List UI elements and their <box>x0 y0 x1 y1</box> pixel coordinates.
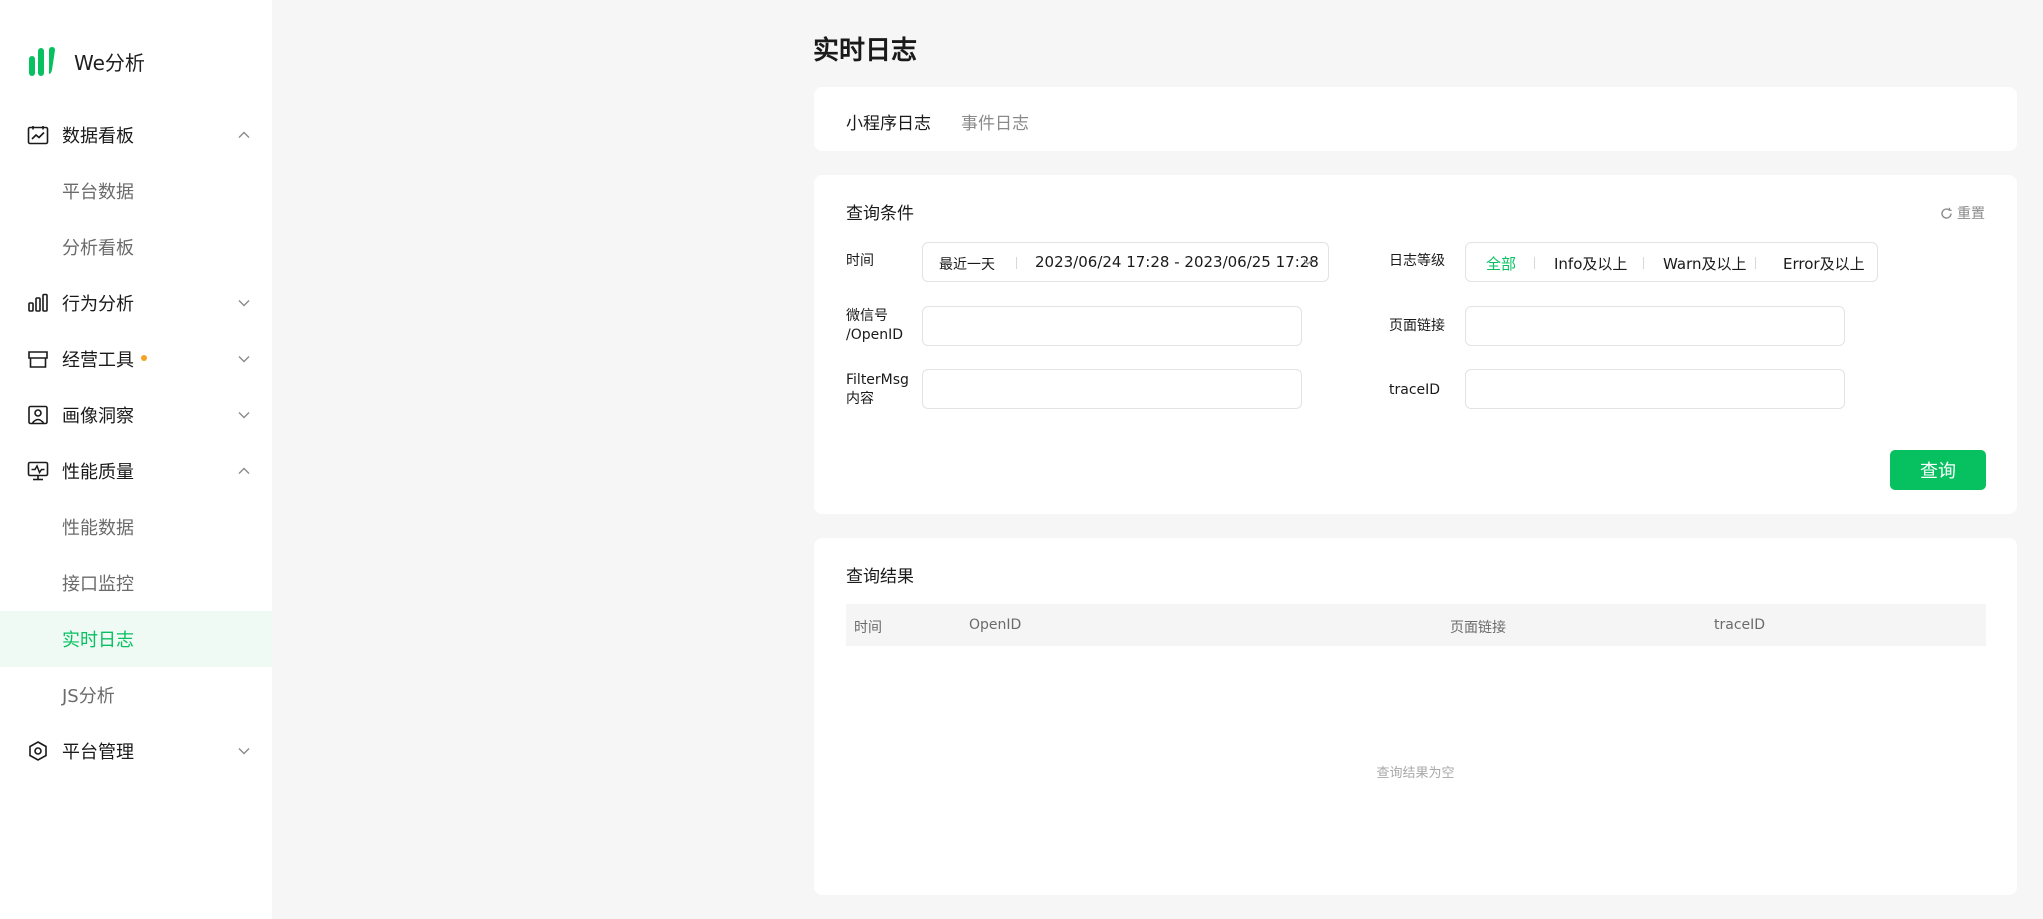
app-name: We分析 <box>74 50 145 75</box>
sidebar-item-js-analysis[interactable]: JS分析 <box>0 667 272 723</box>
column-header-page-link: 页面链接 <box>1450 620 1506 636</box>
tab-miniprogram-log[interactable]: 小程序日志 <box>846 109 931 134</box>
nav-group-label: 经营工具 <box>62 346 147 372</box>
time-range-value: 2023/06/24 17:28 - 2023/06/25 17:28 <box>1035 253 1319 271</box>
nav-group-label: 画像洞察 <box>62 406 134 427</box>
level-option-info[interactable]: Info及以上 <box>1554 253 1627 274</box>
filtermsg-label-line1: FilterMsg <box>846 372 909 388</box>
traceid-input[interactable] <box>1466 370 1844 408</box>
results-table-header: 时间 OpenID 页面链接 traceID <box>846 604 1986 646</box>
reset-label: 重置 <box>1957 206 1985 222</box>
filtermsg-field-wrapper <box>922 369 1302 409</box>
chevron-up-icon <box>238 131 250 138</box>
portrait-icon <box>28 405 48 425</box>
query-results-card: 查询结果 时间 OpenID 页面链接 traceID 查询结果为空 <box>814 538 2017 895</box>
column-header-traceid: traceID <box>1714 617 1766 633</box>
sidebar-item-analysis-board[interactable]: 分析看板 <box>0 219 272 275</box>
level-option-error[interactable]: Error及以上 <box>1783 253 1865 274</box>
refresh-icon <box>1941 207 1952 219</box>
log-level-selector: 全部 Info及以上 Warn及以上 Error及以上 <box>1465 242 1878 282</box>
chevron-down-icon <box>1303 259 1313 265</box>
dashboard-icon <box>27 126 49 145</box>
page-link-field-wrapper <box>1465 306 1845 346</box>
sidebar-item-api-monitor[interactable]: 接口监控 <box>0 555 272 611</box>
sidebar-item-performance-data[interactable]: 性能数据 <box>0 499 272 555</box>
sidebar: We分析 数据看板 平台数据 分析看板 行为分析 经营工具 画像洞察 性能质量 … <box>0 0 272 919</box>
sidebar-item-label: JS分析 <box>62 686 115 707</box>
nav-group-data-dashboard[interactable]: 数据看板 <box>0 107 272 163</box>
wechat-openid-field-wrapper <box>922 306 1302 346</box>
wechat-openid-input[interactable] <box>923 307 1301 345</box>
query-conditions-title: 查询条件 <box>846 204 914 224</box>
bar-chart-icon <box>28 293 48 312</box>
chevron-up-icon <box>238 467 250 474</box>
tab-event-log[interactable]: 事件日志 <box>961 109 1029 134</box>
query-results-title: 查询结果 <box>846 567 914 587</box>
nav-group-portrait-insight[interactable]: 画像洞察 <box>0 387 272 443</box>
chevron-down-icon <box>238 748 250 755</box>
divider <box>1534 257 1535 269</box>
nav-group-label: 平台管理 <box>62 742 134 763</box>
chevron-down-icon <box>238 300 250 307</box>
sidebar-item-label: 接口监控 <box>62 574 134 595</box>
sidebar-item-label: 分析看板 <box>62 238 134 259</box>
log-type-tabs: 小程序日志 事件日志 <box>814 87 2017 151</box>
hexagon-settings-icon <box>29 741 47 761</box>
chevron-down-icon <box>238 412 250 419</box>
wechat-label-line2: /OpenID <box>846 327 904 343</box>
time-label: 时间 <box>846 253 874 269</box>
filtermsg-label-line2: 内容 <box>846 391 874 407</box>
nav-group-behavior-analysis[interactable]: 行为分析 <box>0 275 272 331</box>
divider <box>1643 257 1644 269</box>
nav-group-label: 数据看板 <box>62 126 134 147</box>
page-title: 实时日志 <box>813 36 918 66</box>
nav-group-performance-quality[interactable]: 性能质量 <box>0 443 272 499</box>
monitor-icon <box>27 461 49 481</box>
nav-group-platform-management[interactable]: 平台管理 <box>0 723 272 779</box>
filtermsg-label: FilterMsg 内容 <box>846 371 909 409</box>
chevron-down-icon <box>238 356 250 363</box>
wechat-label-line1: 微信号 <box>846 308 888 324</box>
wechat-openid-label: 微信号 /OpenID <box>846 307 903 345</box>
time-range-picker[interactable]: 最近一天 2023/06/24 17:28 - 2023/06/25 17:28 <box>922 242 1329 282</box>
empty-results-message: 查询结果为空 <box>1376 766 1455 781</box>
time-range-type: 最近一天 <box>939 257 995 273</box>
page-link-label: 页面链接 <box>1389 318 1445 334</box>
divider <box>1755 257 1756 269</box>
shop-icon <box>28 351 48 368</box>
level-option-all[interactable]: 全部 <box>1486 253 1516 274</box>
column-header-openid: OpenID <box>969 617 1022 633</box>
sidebar-item-label: 实时日志 <box>62 630 134 651</box>
nav-group-label: 行为分析 <box>62 294 134 315</box>
sidebar-item-realtime-log[interactable]: 实时日志 <box>0 611 272 667</box>
nav-group-business-tools[interactable]: 经营工具 <box>0 331 272 387</box>
traceid-field-wrapper <box>1465 369 1845 409</box>
query-conditions-card: 查询条件 重置 时间 最近一天 2023/06/24 17:28 - 2023/… <box>814 175 2017 514</box>
page-link-input[interactable] <box>1466 307 1844 345</box>
filtermsg-input[interactable] <box>923 370 1301 408</box>
app-logo[interactable]: We分析 <box>28 44 145 78</box>
sidebar-item-label: 性能数据 <box>62 518 134 539</box>
query-button[interactable]: 查询 <box>1890 450 1986 490</box>
reset-button[interactable]: 重置 <box>1940 203 1985 223</box>
new-badge-dot <box>141 355 147 361</box>
divider <box>1016 257 1017 269</box>
we-analytics-logo-icon <box>29 47 55 76</box>
sidebar-item-label: 平台数据 <box>62 182 134 203</box>
level-option-warn[interactable]: Warn及以上 <box>1663 253 1746 274</box>
traceid-label: traceID <box>1389 382 1441 398</box>
nav-group-label-text: 经营工具 <box>62 350 134 371</box>
nav-group-label: 性能质量 <box>62 462 134 483</box>
column-header-time: 时间 <box>854 620 882 636</box>
sidebar-item-platform-data[interactable]: 平台数据 <box>0 163 272 219</box>
log-level-label: 日志等级 <box>1389 253 1445 269</box>
